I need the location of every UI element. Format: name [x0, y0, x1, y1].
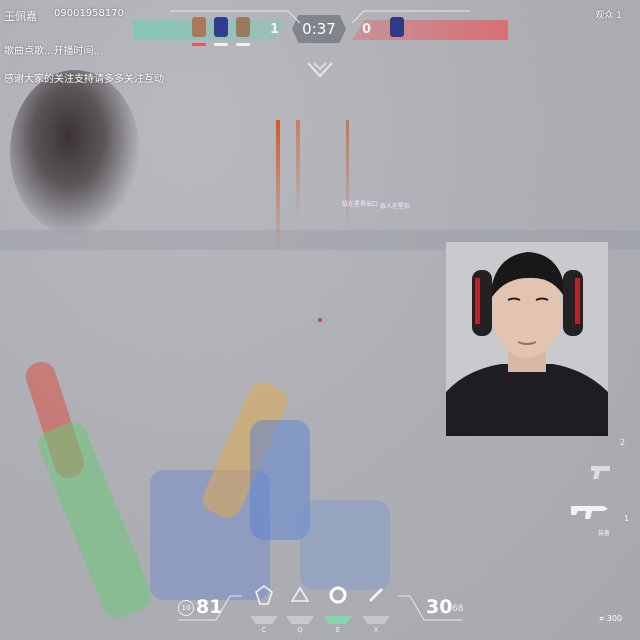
callout-label: 敌人在星际 — [380, 203, 411, 210]
orange-beam — [276, 120, 280, 250]
ultimate-x-icon[interactable] — [362, 582, 390, 608]
ability-q-icon[interactable] — [286, 582, 314, 608]
crosshair — [318, 318, 322, 322]
reserve-ammo: 68 — [452, 604, 464, 614]
rifle-icon — [571, 506, 608, 519]
pistol-icon — [591, 466, 610, 479]
spike-indicator-icon — [307, 62, 333, 78]
webcam-feed — [446, 242, 608, 436]
streamer-name: 王佩嘉 — [4, 10, 37, 23]
ability-key-label: Q — [297, 626, 303, 634]
callout-label: 敌在星界出口 — [342, 201, 379, 208]
magazine-ammo: 30 — [426, 596, 453, 618]
orange-beam — [346, 120, 349, 230]
hud-frame — [178, 595, 462, 621]
room-id: 09001958170 — [54, 8, 124, 19]
weapon-slot-number: 2 — [620, 438, 626, 447]
ability-key-label: X — [373, 626, 379, 634]
weapon-blur — [300, 500, 390, 590]
ability-key-label: E — [335, 626, 341, 634]
overlay-line: 歌曲点歌...开播时间... — [4, 46, 104, 57]
weapon-blur — [34, 417, 156, 623]
ability-e-icon[interactable] — [324, 582, 352, 608]
overlay-line: 感谢大家的关注支持请多多关注互动 — [4, 74, 164, 85]
streamer-portrait — [446, 242, 608, 436]
scorebar-frame — [170, 10, 470, 24]
weapon-slot-number: 1 — [624, 514, 630, 523]
secondary-label: 装备 — [598, 530, 611, 537]
viewer-count: 观众 1 — [595, 11, 622, 21]
smoke-orb — [10, 70, 140, 235]
credits-counter: ¤ 300 — [599, 614, 622, 623]
orange-beam — [296, 120, 300, 220]
ability-c-icon[interactable] — [250, 582, 278, 608]
ability-key-label: C — [261, 626, 267, 634]
